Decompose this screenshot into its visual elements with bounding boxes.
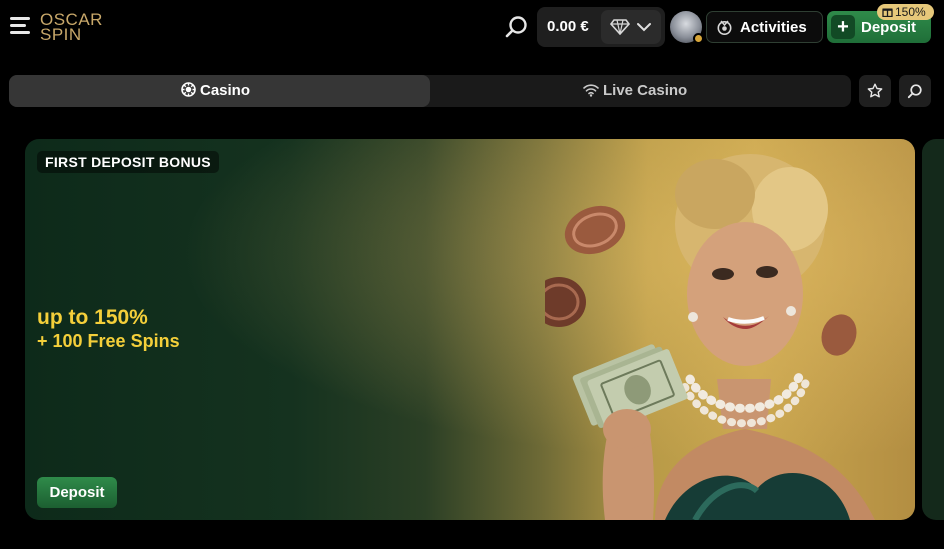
diamond-icon (610, 19, 630, 35)
live-signal-icon (583, 84, 599, 97)
banner-subline: + 100 Free Spins (37, 331, 180, 351)
user-avatar[interactable] (670, 11, 704, 44)
search-icon (907, 84, 922, 99)
menu-icon[interactable] (10, 17, 32, 37)
balance-widget[interactable]: 0.00 € (537, 7, 665, 47)
balance-amount: 0.00 € (547, 18, 589, 35)
avatar-status-dot (693, 33, 704, 44)
tab-live-casino-label: Live Casino (603, 82, 688, 99)
currency-dropdown[interactable] (601, 10, 661, 44)
search-icon[interactable] (504, 14, 530, 40)
promo-banner[interactable]: FIRST DEPOSIT BONUS up to 150% + 100 Fre… (25, 139, 915, 520)
tab-casino-label: Casino (200, 82, 251, 99)
tab-live-casino[interactable]: Live Casino (430, 75, 851, 107)
deposit-bonus-badge: 150% (877, 4, 934, 20)
favorites-button[interactable] (859, 75, 891, 107)
game-search-button[interactable] (899, 75, 931, 107)
hero-woman-illustration (545, 154, 875, 520)
logo-line-2: SPIN (40, 25, 82, 44)
deposit-label: Deposit (861, 19, 917, 36)
banner-headline: up to 150% (37, 306, 148, 329)
oscarspin-logo[interactable]: OSCAR SPIN (40, 11, 110, 44)
tab-casino[interactable]: Casino (9, 75, 430, 107)
star-icon (867, 83, 883, 98)
banner-tag: FIRST DEPOSIT BONUS (37, 151, 219, 173)
casino-chip-icon (181, 82, 196, 97)
chevron-down-icon (637, 23, 651, 32)
medal-icon (717, 20, 732, 35)
activities-label: Activities (740, 19, 807, 36)
casino-tabs: Casino Live Casino (9, 75, 851, 107)
deposit-bonus-text: 150% (895, 5, 926, 19)
top-header: OSCAR SPIN 0.00 € Activities + Deposit 1… (0, 0, 944, 55)
plus-icon: + (831, 15, 855, 39)
next-banner-peek[interactable] (922, 139, 944, 520)
activities-button[interactable]: Activities (706, 11, 823, 43)
gift-icon (882, 8, 893, 17)
banner-deposit-button[interactable]: Deposit (37, 477, 117, 508)
